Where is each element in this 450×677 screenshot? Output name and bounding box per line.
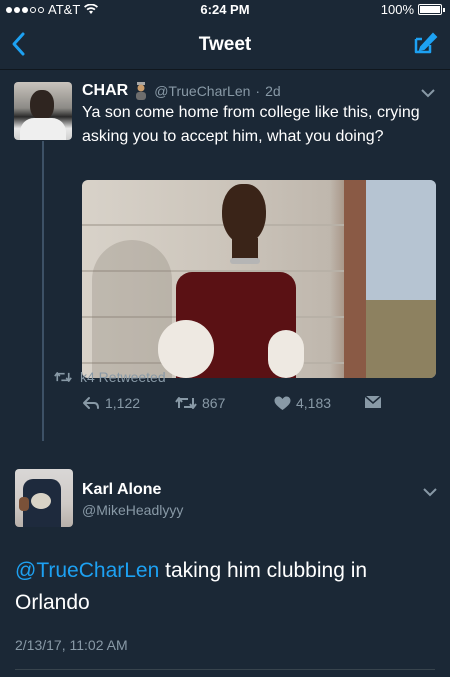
battery-status: 100% bbox=[380, 2, 445, 17]
dot-separator: · bbox=[255, 83, 261, 99]
author-name[interactable]: CHAR bbox=[82, 82, 128, 100]
retweet-icon bbox=[54, 372, 72, 382]
author-handle[interactable]: @TrueCharLen bbox=[154, 83, 250, 99]
person-emoji-icon bbox=[136, 82, 147, 100]
tweet-photo[interactable] bbox=[82, 180, 436, 378]
thread-connector bbox=[42, 141, 44, 441]
like-button[interactable]: 4,183 bbox=[274, 395, 331, 411]
reply-button[interactable]: 1,122 bbox=[82, 395, 140, 411]
avatar[interactable] bbox=[14, 82, 72, 140]
compose-icon[interactable] bbox=[412, 30, 438, 56]
tweet-timestamp: 2/13/17, 11:02 AM bbox=[15, 637, 128, 653]
direct-message-button[interactable] bbox=[364, 395, 382, 409]
divider bbox=[15, 669, 435, 670]
tweet-age: 2d bbox=[265, 83, 281, 99]
avatar[interactable] bbox=[15, 469, 73, 527]
envelope-icon bbox=[364, 395, 382, 408]
tweet-header: CHAR @TrueCharLen · 2d bbox=[82, 82, 281, 100]
tweet-text: @TrueCharLen taking him clubbing in Orla… bbox=[15, 555, 435, 619]
battery-percent: 100% bbox=[380, 2, 414, 17]
reply-count: 1,122 bbox=[105, 395, 141, 411]
tweet-actions: 1,122 867 4,183 bbox=[82, 395, 402, 415]
tweet-text: Ya son come home from college like this,… bbox=[82, 104, 420, 145]
battery-icon bbox=[418, 4, 445, 15]
chevron-down-icon[interactable] bbox=[420, 88, 436, 98]
page-title: Tweet bbox=[198, 34, 252, 55]
retweeted-notice[interactable]: k4 Retweeted bbox=[54, 369, 166, 385]
reply-icon bbox=[83, 397, 99, 409]
author-name[interactable]: Karl Alone bbox=[82, 481, 161, 499]
nav-bar: Tweet bbox=[0, 18, 450, 70]
retweeted-label: k4 Retweeted bbox=[80, 369, 166, 385]
status-bar: AT&T 6:24 PM 100% bbox=[0, 0, 450, 18]
retweet-count: 867 bbox=[202, 395, 226, 411]
heart-icon bbox=[274, 396, 291, 410]
retweet-button[interactable]: 867 bbox=[175, 395, 225, 411]
retweet-icon bbox=[175, 397, 197, 409]
chevron-down-icon[interactable] bbox=[422, 487, 438, 497]
like-count: 4,183 bbox=[296, 395, 332, 411]
author-handle[interactable]: @MikeHeadlyyy bbox=[82, 502, 183, 518]
mention-link[interactable]: @TrueCharLen bbox=[15, 559, 159, 582]
